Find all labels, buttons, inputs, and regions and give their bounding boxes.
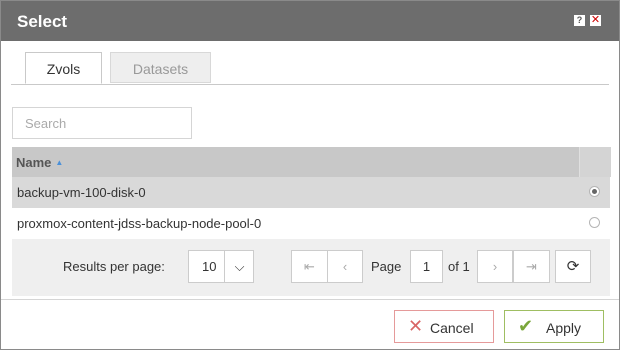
cancel-label: Cancel	[430, 320, 474, 336]
search-input[interactable]	[12, 107, 192, 139]
results-per-page-value: 10	[202, 259, 217, 274]
tab-bar: Zvols Datasets	[11, 52, 609, 85]
select-dialog: Select ? ✕ Zvols Datasets Name▲ backup-v…	[0, 0, 620, 350]
tab-datasets[interactable]: Datasets	[110, 52, 211, 83]
results-per-page-label: Results per page:	[63, 259, 165, 274]
page-number-input[interactable]: 1	[410, 250, 443, 283]
close-icon[interactable]: ✕	[590, 15, 601, 26]
cancel-button[interactable]: ✕ Cancel	[394, 310, 494, 343]
row-name: backup-vm-100-disk-0	[17, 185, 146, 200]
row-radio[interactable]	[589, 217, 600, 228]
dialog-title: Select	[17, 12, 68, 31]
apply-button[interactable]: ✔ Apply	[504, 310, 604, 343]
apply-label: Apply	[546, 320, 582, 336]
name-column-header[interactable]: Name ▲	[16, 155, 63, 170]
chevron-down-icon[interactable]: ⌵	[224, 251, 254, 282]
tab-zvols[interactable]: Zvols	[25, 52, 102, 84]
pagination-bar: Results per page: 10 ⌵ ⇤ ‹ Page 1 of 1 ›…	[12, 239, 610, 296]
last-page-button[interactable]: ⇥	[513, 250, 550, 283]
dialog-titlebar: Select ? ✕	[1, 1, 619, 41]
name-column-label: Name	[16, 155, 52, 170]
page-count-label: of 1	[448, 259, 470, 274]
results-per-page-select[interactable]: 10 ⌵	[188, 250, 254, 283]
next-page-button[interactable]: ›	[477, 250, 513, 283]
refresh-button[interactable]: ⟳	[555, 250, 591, 283]
help-icon[interactable]: ?	[574, 15, 585, 26]
table-row[interactable]: proxmox-content-jdss-backup-node-pool-0	[12, 208, 610, 239]
page-label: Page	[371, 259, 402, 274]
footer-divider	[1, 299, 619, 300]
zvols-grid: Name ▲ backup-vm-100-disk-0 proxmox-conte…	[12, 147, 611, 296]
sort-ascending-icon: ▲	[55, 158, 64, 167]
grid-header: Name ▲	[12, 147, 611, 177]
checkmark-icon: ✔	[518, 316, 534, 336]
prev-page-button[interactable]: ‹	[327, 250, 363, 283]
close-icon: ✕	[408, 316, 424, 336]
table-row[interactable]: backup-vm-100-disk-0	[12, 177, 610, 208]
row-radio[interactable]	[589, 186, 600, 197]
row-name: proxmox-content-jdss-backup-node-pool-0	[17, 216, 262, 231]
first-page-button[interactable]: ⇤	[291, 250, 328, 283]
select-column-header	[579, 147, 611, 177]
